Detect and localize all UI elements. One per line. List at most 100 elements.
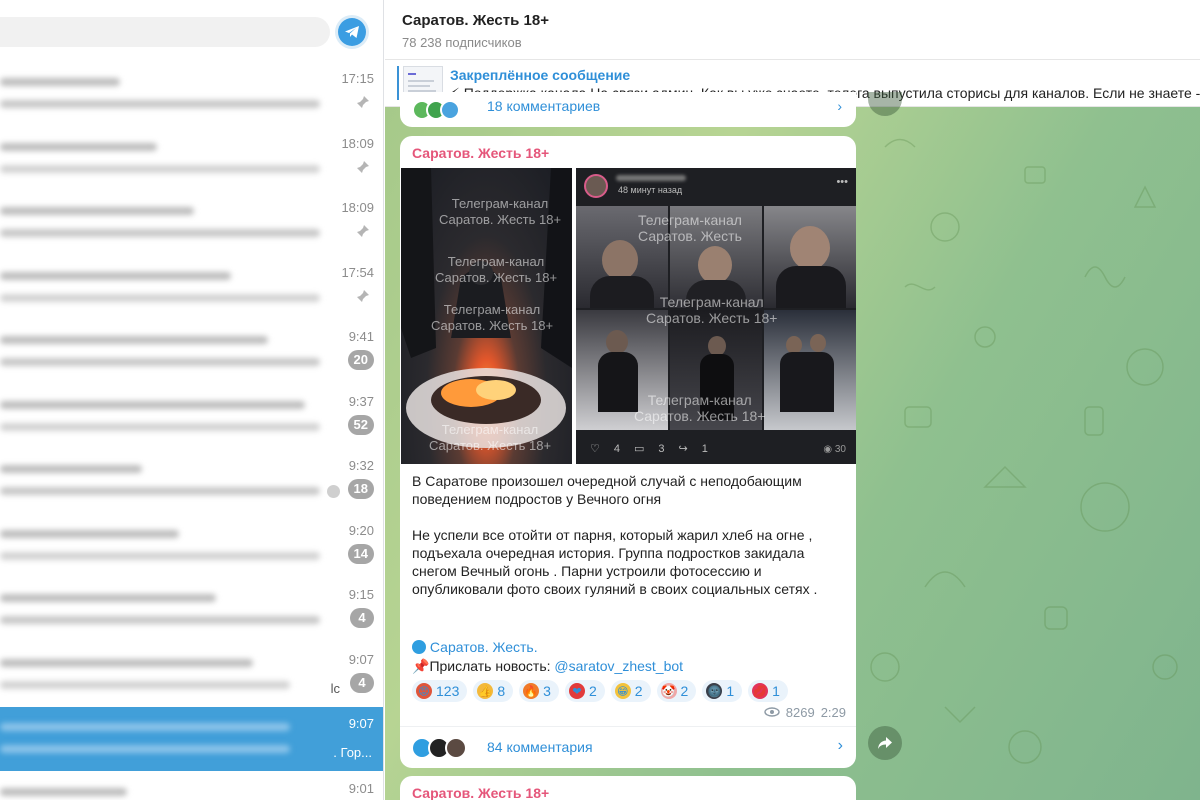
story-likes: 4 xyxy=(613,442,620,455)
watermark-line: Телеграм-канал xyxy=(447,254,545,269)
reaction-grin-face[interactable]: 😁 2 xyxy=(610,680,651,702)
blurred-chat-name xyxy=(0,529,179,538)
reaction-thumbs-up[interactable]: 👍 8 xyxy=(473,680,514,702)
chat-time: 9:01 xyxy=(348,780,374,796)
new-moon-face-icon: 🌚 xyxy=(706,683,723,699)
subscriber-count: 78 238 подписчиков xyxy=(402,35,522,50)
post-comments-link[interactable]: 84 комментария › xyxy=(400,726,856,768)
story-views: ◉ 30 xyxy=(823,444,846,455)
chat-list-item[interactable]: 9:07 4 lc xyxy=(0,643,383,707)
watermark-line: Саратов. Жесть 18+ xyxy=(435,270,558,285)
blurred-chat-name xyxy=(0,400,305,409)
blurred-chat-preview xyxy=(0,229,320,237)
kiss-lips-icon: 💋 xyxy=(752,683,769,699)
chat-time: 18:09 xyxy=(341,200,374,215)
reaction-clown-face[interactable]: 🤡 2 xyxy=(656,680,697,702)
watermark-line: Саратов. Жесть 18+ xyxy=(646,310,778,326)
fire-icon: 🔥 xyxy=(523,683,540,699)
chat-header[interactable]: Саратов. Жесть 18+ 78 238 подписчиков xyxy=(385,0,1200,60)
chat-time: 9:37 xyxy=(348,393,374,409)
pin-icon xyxy=(356,224,370,238)
bot-link[interactable]: @saratov_zhest_bot xyxy=(554,658,683,674)
telegram-icon xyxy=(412,640,426,654)
body xyxy=(590,276,654,308)
unread-badge: 4 xyxy=(350,672,374,693)
reaction-count: 1 xyxy=(772,683,780,699)
blurred-chat-name xyxy=(0,594,216,602)
watermark-line: Саратов. Жесть 18+ xyxy=(634,408,766,424)
blurred-chat-preview xyxy=(0,680,290,689)
blurred-username xyxy=(616,175,686,181)
chat-list-item[interactable]: 9:07 . Гор... xyxy=(0,707,383,771)
chat-list-item[interactable]: 17:15 xyxy=(0,62,383,126)
chat-list-sidebar: 17:15 18:09 18:09 17:54 9:41 20 9:37 52 9:32 18 9:… xyxy=(0,0,384,800)
chat-list-item[interactable]: 18:09 xyxy=(0,191,383,255)
blurred-chat-preview xyxy=(0,616,320,624)
face xyxy=(810,334,826,352)
unread-badge: 52 xyxy=(347,414,374,435)
watermark: Телеграм-канал Саратов. Жесть 18+ xyxy=(431,302,553,334)
chat-list-item[interactable]: 17:54 xyxy=(0,256,383,320)
comments-link[interactable]: 18 комментариев xyxy=(487,98,600,114)
reaction-angry-face[interactable]: 😡 123 xyxy=(412,680,468,702)
clown-face-icon: 🤡 xyxy=(660,683,677,699)
blurred-chat-name xyxy=(0,465,142,473)
unread-badge: 20 xyxy=(347,350,374,370)
blurred-chat-name xyxy=(0,207,194,215)
share-button[interactable] xyxy=(868,726,902,760)
post-author[interactable]: Саратов. Жесть 18+ xyxy=(412,785,549,800)
watermark: Телеграм-канал Саратов. Жесть xyxy=(638,212,742,244)
chat-list-item[interactable]: 9:15 4 xyxy=(0,578,383,642)
post-meta: 8269 2:29 xyxy=(764,705,846,720)
chat-list-item[interactable]: 9:32 18 xyxy=(0,449,383,513)
telegram-logo-icon[interactable] xyxy=(338,18,366,46)
chat-list-item[interactable]: 18:09 xyxy=(0,127,383,191)
pinned-indicator xyxy=(397,66,399,100)
watermark-line: Телеграм-канал xyxy=(659,294,764,310)
watermark-line: Саратов. Жесть xyxy=(638,228,742,244)
reaction-kiss-lips[interactable]: 💋 1 xyxy=(748,680,788,702)
face xyxy=(708,336,726,356)
post-photo-right[interactable]: 48 минут назад ••• Телеграм-канал Сарато… xyxy=(576,168,856,464)
reaction-count: 2 xyxy=(634,683,643,699)
body xyxy=(776,266,846,308)
post-signature: Саратов. Жесть. 📌Прислать новость: @sara… xyxy=(412,638,683,676)
next-post[interactable]: Саратов. Жесть 18+ xyxy=(400,776,856,800)
post-photo-left[interactable]: Телеграм-канал Саратов. Жесть 18+ Телегр… xyxy=(401,168,572,464)
channel-post[interactable]: Саратов. Жесть 18+ Телеграм-канал Сарато… xyxy=(400,136,856,768)
watermark-line: Телеграм-канал xyxy=(638,212,742,228)
chat-time: 17:54 xyxy=(341,264,374,280)
blurred-chat-name xyxy=(0,336,268,344)
search-input[interactable] xyxy=(0,17,330,47)
chat-list-item[interactable]: 9:01 xyxy=(0,772,383,800)
chat-list-item[interactable]: 9:41 20 xyxy=(0,320,383,384)
comments-count[interactable]: 84 комментария xyxy=(487,739,593,755)
post-paragraph-1: В Саратове произошел очередной случай с … xyxy=(412,473,802,507)
reaction-icon xyxy=(327,485,340,498)
watermark: Телеграм-канал Саратов. Жесть 18+ xyxy=(634,392,765,424)
blurred-chat-preview xyxy=(0,164,320,173)
blurred-chat-preview xyxy=(0,422,320,431)
reaction-heart[interactable]: ❤ 2 xyxy=(564,680,605,702)
blurred-chat-name xyxy=(0,723,290,731)
chat-list-item[interactable]: 9:20 14 xyxy=(0,514,383,578)
story-shares: 1 xyxy=(701,442,708,455)
chat-list-item[interactable]: 9:37 52 xyxy=(0,385,383,449)
search-row xyxy=(0,0,383,62)
chevron-right-icon: › xyxy=(837,98,842,114)
body xyxy=(598,352,638,412)
grin-face-icon: 😁 xyxy=(614,683,631,699)
thumbs-up-icon: 👍 xyxy=(477,683,494,699)
blurred-chat-preview xyxy=(0,487,320,495)
reaction-fire[interactable]: 🔥 3 xyxy=(519,680,559,702)
reaction-count: 2 xyxy=(680,683,689,699)
previous-post-comments[interactable]: 18 комментариев › xyxy=(400,92,856,127)
reaction-new-moon-face[interactable]: 🌚 1 xyxy=(702,680,743,702)
post-time: 2:29 xyxy=(820,705,846,720)
post-paragraph-2: Не успели все отойти от парня, который ж… xyxy=(412,527,818,597)
angry-face-icon: 😡 xyxy=(416,683,432,699)
story-time: 48 минут назад xyxy=(618,185,683,195)
blurred-chat-name xyxy=(0,658,253,667)
post-author[interactable]: Саратов. Жесть 18+ xyxy=(412,145,549,161)
channel-link[interactable]: Саратов. Жесть. xyxy=(430,639,538,655)
